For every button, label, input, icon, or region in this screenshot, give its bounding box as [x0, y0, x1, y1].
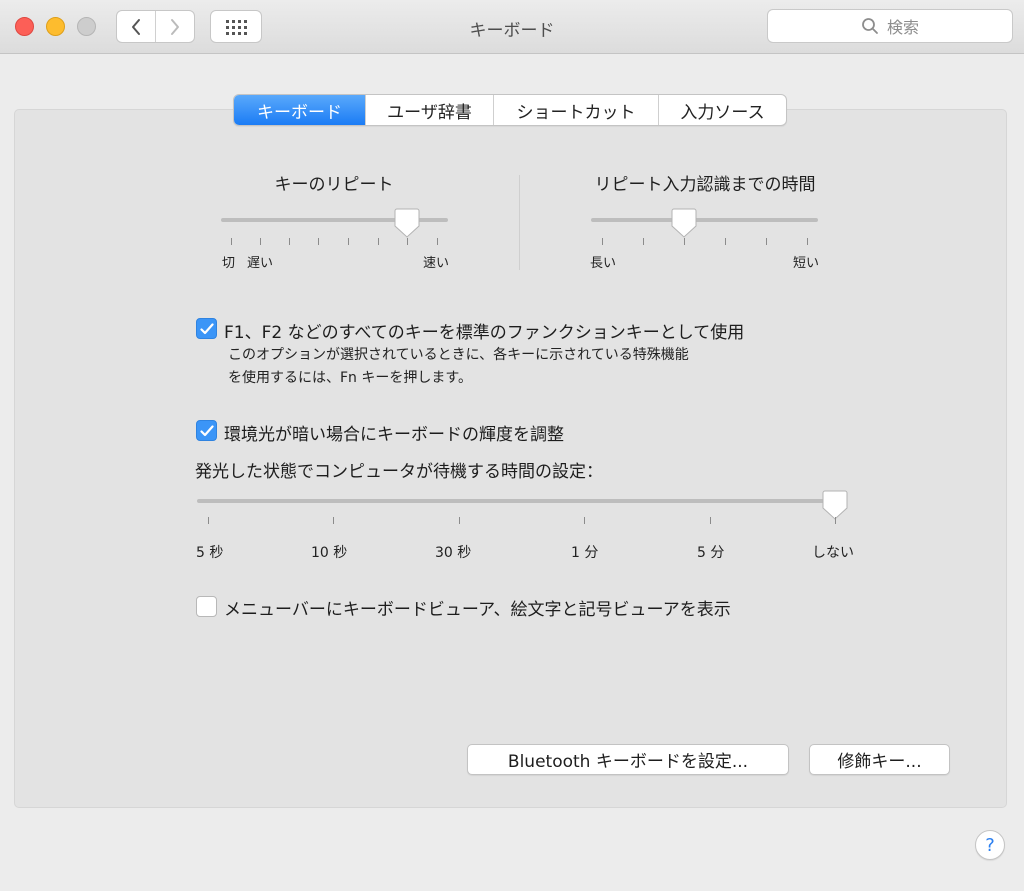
idle-time-thumb[interactable]	[822, 490, 848, 520]
title-bar: キーボード 検索	[0, 0, 1024, 54]
tab-bar: キーボード ユーザ辞書 ショートカット 入力ソース	[233, 94, 787, 126]
tab-shortcuts[interactable]: ショートカット	[493, 95, 658, 125]
idle-time-track[interactable]	[197, 499, 847, 503]
divider	[519, 175, 520, 270]
slider-tick	[333, 517, 334, 524]
slider-tick	[318, 238, 319, 245]
slider-tick	[231, 238, 232, 245]
repeat-delay-thumb[interactable]	[671, 208, 697, 238]
slider-tick	[407, 238, 408, 245]
slider-tick	[437, 238, 438, 245]
slider-tick	[766, 238, 767, 245]
backlight-label[interactable]: 環境光が暗い場合にキーボードの輝度を調整	[224, 420, 564, 445]
slider-tick	[289, 238, 290, 245]
fn-keys-label[interactable]: F1、F2 などのすべてのキーを標準のファンクションキーとして使用	[224, 318, 744, 343]
slider-tick	[260, 238, 261, 245]
slider-tick	[208, 517, 209, 524]
fn-keys-description-line1: このオプションが選択されているときに、各キーに示されている特殊機能	[228, 347, 689, 363]
tab-input-sources[interactable]: 入力ソース	[658, 95, 786, 125]
tab-keyboard[interactable]: キーボード	[234, 95, 365, 125]
key-repeat-thumb[interactable]	[394, 208, 420, 238]
idle-label-30s: 30 秒	[435, 545, 472, 561]
checkmark-icon	[199, 322, 214, 334]
idle-label-5s: 5 秒	[196, 545, 224, 561]
idle-label-5m: 5 分	[697, 545, 725, 561]
slider-tick	[807, 238, 808, 245]
fn-keys-description-line2: を使用するには、Fn キーを押します。	[228, 370, 472, 386]
slider-tick	[348, 238, 349, 245]
modifier-keys-button[interactable]: 修飾キー...	[809, 744, 950, 775]
search-placeholder: 検索	[886, 18, 919, 37]
idle-label-1m: 1 分	[571, 545, 599, 561]
idle-time-title: 発光した状態でコンピュータが待機する時間の設定：	[195, 462, 603, 482]
menubar-viewer-checkbox[interactable]	[196, 596, 217, 617]
slider-tick	[459, 517, 460, 524]
slider-tick	[684, 238, 685, 245]
slider-tick	[835, 517, 836, 524]
key-repeat-off-label: 切	[222, 256, 236, 271]
slider-tick	[602, 238, 603, 245]
bluetooth-keyboard-setup-button[interactable]: Bluetooth キーボードを設定...	[467, 744, 789, 775]
slider-tick	[710, 517, 711, 524]
repeat-delay-track[interactable]	[591, 218, 818, 222]
slider-tick	[584, 517, 585, 524]
idle-label-10s: 10 秒	[311, 545, 348, 561]
search-input[interactable]: 検索	[767, 9, 1013, 43]
search-icon	[862, 18, 878, 34]
help-button[interactable]: ?	[975, 830, 1005, 860]
repeat-delay-short-label: 短い	[793, 256, 820, 271]
key-repeat-fast-label: 速い	[423, 256, 450, 271]
slider-tick	[643, 238, 644, 245]
slider-tick	[378, 238, 379, 245]
menubar-viewer-label[interactable]: メニューバーにキーボードビューア、絵文字と記号ビューアを表示	[224, 595, 731, 620]
repeat-delay-title: リピート入力認識までの時間	[594, 175, 816, 195]
checkmark-icon	[199, 424, 214, 436]
tab-user-dictionary[interactable]: ユーザ辞書	[365, 95, 493, 125]
key-repeat-title: キーのリピート	[274, 175, 394, 195]
key-repeat-slow-label: 遅い	[247, 256, 274, 271]
backlight-checkbox[interactable]	[196, 420, 217, 441]
repeat-delay-long-label: 長い	[590, 256, 617, 271]
idle-label-never: しない	[812, 545, 854, 561]
fn-keys-checkbox[interactable]	[196, 318, 217, 339]
slider-tick	[725, 238, 726, 245]
